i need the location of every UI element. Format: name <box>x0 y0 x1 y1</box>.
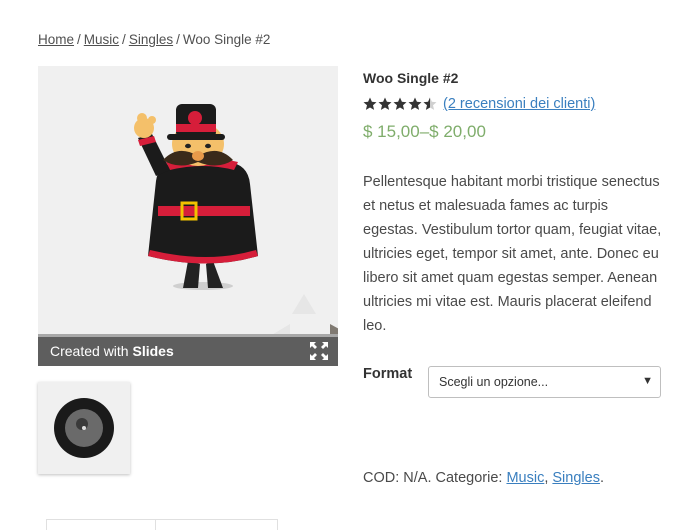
meta-end-period: . <box>599 470 604 486</box>
format-select-value: Scegli un opzione... <box>439 375 549 389</box>
product-summary: Woo Single #2 (2 recensioni dei clienti)… <box>363 68 663 338</box>
product-description: Pellentesque habitant morbi tristique se… <box>363 174 662 334</box>
product-title: Woo Single #2 <box>363 70 459 86</box>
product-rating: (2 recensioni dei clienti) <box>363 94 663 114</box>
categories-label: Categorie: <box>435 470 503 486</box>
product-thumbnail[interactable] <box>38 382 130 474</box>
product-meta: COD: N/A. Categorie: Music, Singles. <box>363 470 604 486</box>
format-select[interactable]: Scegli un opzione... ▼ <box>428 366 661 398</box>
star-rating-icon <box>363 97 437 110</box>
caption-prefix: Created with <box>50 343 129 359</box>
breadcrumb-current: Woo Single #2 <box>182 32 271 47</box>
product-image-slider[interactable]: Created with Slides <box>38 66 338 366</box>
breadcrumb-singles-link[interactable]: Singles <box>129 32 173 47</box>
breadcrumb: Home / Music / Singles / Woo Single #2 <box>38 32 270 47</box>
category-singles-link[interactable]: Singles <box>552 470 600 486</box>
category-separator: , <box>544 470 549 486</box>
product-tabs <box>46 519 278 530</box>
breadcrumb-separator: / <box>77 32 81 47</box>
slider-caption-bar: Created with Slides <box>38 334 338 366</box>
breadcrumb-separator: / <box>176 32 180 47</box>
product-price: $ 15,00–$ 20,00 <box>363 122 486 141</box>
format-label: Format <box>363 366 413 382</box>
category-music-link[interactable]: Music <box>506 470 544 486</box>
breadcrumb-music-link[interactable]: Music <box>84 32 119 47</box>
product-sku: COD: N/A. <box>363 470 432 486</box>
dropdown-caret-icon: ▼ <box>642 375 653 387</box>
vinyl-record-icon <box>54 398 114 458</box>
slide-up-arrow-icon[interactable] <box>292 294 316 314</box>
slider-caption: Created with Slides <box>50 343 174 359</box>
tab-divider <box>155 520 156 530</box>
breadcrumb-home-link[interactable]: Home <box>38 32 74 47</box>
review-count-link[interactable]: (2 recensioni dei clienti) <box>443 96 595 112</box>
caption-brand: Slides <box>132 343 174 359</box>
fullscreen-icon[interactable] <box>310 342 328 360</box>
breadcrumb-separator: / <box>122 32 126 47</box>
